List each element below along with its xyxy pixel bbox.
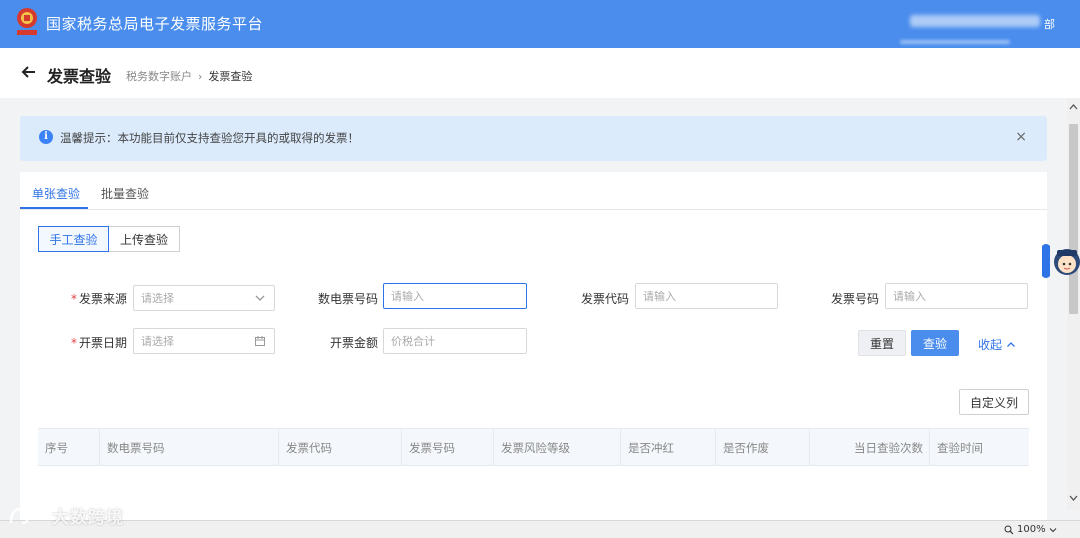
user-name-suffix: 部 [1044,18,1055,31]
required-mark: * [70,336,77,350]
user-name-blurred[interactable] [910,15,1040,27]
watermark-text: 大数跨境 [52,508,124,528]
column-header: 数电票号码 [100,429,279,466]
chevron-down-icon [255,295,265,301]
invoice-no-label: 发票号码 [830,292,879,306]
notice-banner: i 温馨提示：本功能目前仅支持查验您开具的或取得的发票！ × [20,116,1047,161]
amount-input[interactable]: 价税合计 [383,328,527,354]
calendar-icon [255,336,265,346]
tab-single-check[interactable]: 单张查验 [32,185,80,202]
source-select[interactable]: 请选择 [133,285,275,311]
back-arrow-icon[interactable] [20,64,36,80]
zoom-icon [1004,525,1014,534]
column-header: 是否作废 [716,429,810,466]
required-mark: * [70,292,77,306]
notice-text: 温馨提示：本功能目前仅支持查验您开具的或取得的发票！ [60,131,359,145]
column-header: 当日查验次数 [810,429,930,466]
page-title: 发票查验 [47,67,112,86]
zoom-control[interactable]: 100% [1004,524,1057,535]
page-header: 发票查验 税务数字账户 › 发票查验 [0,48,1080,98]
reset-button[interactable]: 重置 [858,330,906,356]
top-bar: 国家税务总局电子发票服务平台 部 [0,0,1080,48]
chevron-up-icon [1007,341,1015,347]
result-table-header: 序号 数电票号码 发票代码 发票号码 发票风险等级 是否冲红 是否作废 当日查验… [38,428,1029,466]
upload-check-button[interactable]: 上传查验 [109,226,180,252]
collapse-label: 收起 [978,338,1003,352]
source-label: * 发票来源 [70,292,127,306]
status-bar: 100% [0,520,1080,538]
assistant-mascot-icon[interactable] [1040,240,1080,282]
collapse-link[interactable]: 收起 [978,336,1016,353]
column-header: 发票风险等级 [494,429,621,466]
vertical-scrollbar[interactable] [1067,98,1080,510]
column-header: 发票号码 [402,429,494,466]
invoice-code-input[interactable]: 请输入 [635,283,778,309]
column-header: 序号 [38,429,100,466]
breadcrumb-item-account[interactable]: 税务数字账户 [126,68,192,84]
einvoice-no-label: 数电票号码 [317,292,378,306]
check-mode-group: 手工查验 上传查验 [38,226,180,252]
invoice-no-input[interactable]: 请输入 [885,283,1028,309]
einvoice-no-input[interactable]: 请输入 [383,283,527,309]
column-header: 查验时间 [937,440,983,455]
breadcrumb-separator-icon: › [198,69,203,83]
tabs: 单张查验 批量查验 [20,172,1047,210]
info-icon: i [39,130,53,144]
query-panel: 单张查验 批量查验 手工查验 上传查验 * 发票来源 请选择 数电票号码 请输入 … [20,172,1047,538]
breadcrumb: 税务数字账户 › 发票查验 [126,68,252,84]
manual-check-button[interactable]: 手工查验 [38,226,109,252]
zoom-level: 100% [1017,524,1046,535]
platform-title: 国家税务总局电子发票服务平台 [46,15,264,33]
tab-active-indicator [20,207,88,209]
main-content: i 温馨提示：本功能目前仅支持查验您开具的或取得的发票！ × 单张查验 批量查验… [20,116,1047,538]
amount-label: 开票金额 [329,336,378,350]
scroll-up-icon[interactable] [1067,102,1080,112]
column-header: 发票代码 [279,429,402,466]
breadcrumb-item-current: 发票查验 [208,70,253,83]
invoice-code-label: 发票代码 [580,292,629,306]
tax-emblem-icon [17,8,37,35]
scroll-thumb[interactable] [1069,124,1078,314]
close-icon[interactable]: × [1015,129,1027,145]
tab-batch-check[interactable]: 批量查验 [101,185,149,202]
custom-columns-button[interactable]: 自定义列 [959,389,1029,415]
user-dept-blurred [900,40,1010,44]
watermark: 大数跨境 [8,503,124,528]
scroll-down-icon[interactable] [1067,493,1080,503]
issue-date-picker[interactable]: 请选择 [133,328,275,354]
query-button[interactable]: 查验 [911,330,959,356]
chevron-down-icon [1049,527,1056,532]
watermark-logo-icon [9,507,48,524]
issue-date-label: * 开票日期 [70,336,127,350]
column-header: 是否冲红 [621,429,716,466]
